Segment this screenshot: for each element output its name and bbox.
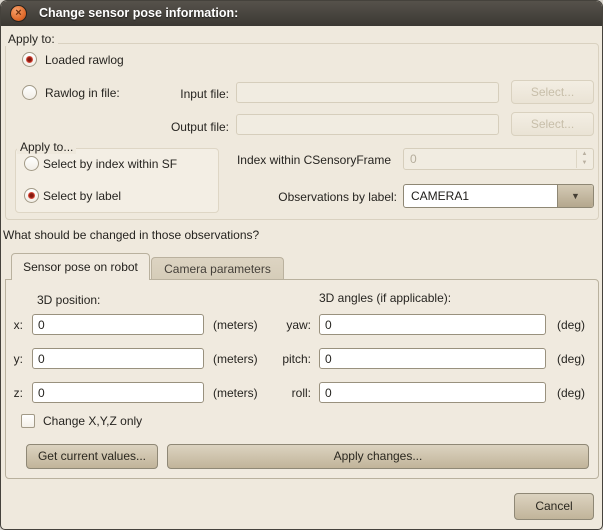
input-file-field[interactable] xyxy=(236,82,499,103)
radio-select-by-index-label[interactable]: Select by index within SF xyxy=(43,157,177,171)
close-icon[interactable]: × xyxy=(10,5,27,22)
radio-loaded-rawlog-label[interactable]: Loaded rawlog xyxy=(45,53,124,67)
pitch-label: pitch: xyxy=(267,352,311,366)
roll-unit-label: (deg) xyxy=(557,386,585,400)
dropdown-arrow-icon[interactable]: ▼ xyxy=(557,185,593,207)
yaw-label: yaw: xyxy=(267,318,311,332)
observations-combobox-value: CAMERA1 xyxy=(411,189,469,203)
observations-combobox[interactable]: CAMERA1 ▼ xyxy=(403,184,594,208)
spinner-down-icon[interactable]: ▼ xyxy=(577,159,592,168)
title-bar[interactable]: × Change sensor pose information: xyxy=(1,1,602,26)
roll-input[interactable] xyxy=(319,382,546,403)
cancel-button[interactable]: Cancel xyxy=(514,493,594,520)
pitch-unit-label: (deg) xyxy=(557,352,585,366)
output-file-label: Output file: xyxy=(159,120,229,134)
input-file-select-button[interactable]: Select... xyxy=(511,80,594,104)
radio-loaded-rawlog[interactable] xyxy=(22,52,37,67)
observations-by-label-label: Observations by label: xyxy=(237,190,397,204)
dialog-window: × Change sensor pose information: Apply … xyxy=(0,0,603,530)
x-label: x: xyxy=(5,318,23,332)
spinner-arrows[interactable]: ▲ ▼ xyxy=(576,150,592,168)
y-unit-label: (meters) xyxy=(213,352,258,366)
x-input[interactable] xyxy=(32,314,204,335)
output-file-field[interactable] xyxy=(236,114,499,135)
tab-sensor-pose[interactable]: Sensor pose on robot xyxy=(11,253,150,280)
radio-select-by-label-label[interactable]: Select by label xyxy=(43,189,121,203)
y-label: y: xyxy=(5,352,23,366)
y-input[interactable] xyxy=(32,348,204,369)
radio-rawlog-in-file-label[interactable]: Rawlog in file: xyxy=(45,86,120,100)
apply-changes-button[interactable]: Apply changes... xyxy=(167,444,589,469)
index-spinner[interactable]: 0 ▲ ▼ xyxy=(403,148,594,170)
yaw-input[interactable] xyxy=(319,314,546,335)
roll-label: roll: xyxy=(267,386,311,400)
tab-camera-parameters[interactable]: Camera parameters xyxy=(151,257,284,280)
get-current-values-button[interactable]: Get current values... xyxy=(26,444,158,469)
radio-select-by-index[interactable] xyxy=(24,156,39,171)
angles-section-label: 3D angles (if applicable): xyxy=(319,291,451,305)
radio-rawlog-in-file[interactable] xyxy=(22,85,37,100)
z-unit-label: (meters) xyxy=(213,386,258,400)
change-xyz-only-checkbox[interactable] xyxy=(21,414,35,428)
index-spinner-value: 0 xyxy=(410,152,417,166)
apply-mode-frame-label: Apply to... xyxy=(17,140,76,154)
input-file-label: Input file: xyxy=(159,87,229,101)
spinner-up-icon[interactable]: ▲ xyxy=(577,150,592,159)
index-within-label: Index within CSensoryFrame xyxy=(229,153,391,167)
position-section-label: 3D position: xyxy=(37,293,100,307)
z-label: z: xyxy=(5,386,23,400)
change-xyz-only-label[interactable]: Change X,Y,Z only xyxy=(43,414,142,428)
question-text: What should be changed in those observat… xyxy=(3,228,259,242)
radio-select-by-label[interactable] xyxy=(24,188,39,203)
pitch-input[interactable] xyxy=(319,348,546,369)
z-input[interactable] xyxy=(32,382,204,403)
apply-to-frame-label: Apply to: xyxy=(5,32,58,46)
yaw-unit-label: (deg) xyxy=(557,318,585,332)
window-title: Change sensor pose information: xyxy=(39,6,238,20)
x-unit-label: (meters) xyxy=(213,318,258,332)
output-file-select-button[interactable]: Select... xyxy=(511,112,594,136)
